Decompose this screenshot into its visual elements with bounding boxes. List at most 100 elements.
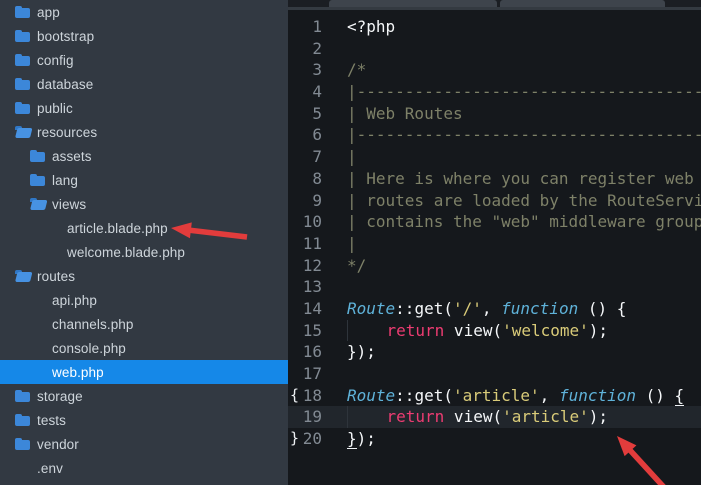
folder-icon: [15, 79, 30, 90]
folder-icon: [15, 7, 30, 18]
folder-icon: [30, 175, 45, 186]
sidebar-item-channels-php[interactable]: channels.php: [0, 312, 288, 336]
code-text: | Here is where you can register web rou: [347, 168, 701, 190]
editor-pane: 1<?php23/*4 |----------------------------…: [288, 0, 701, 485]
code-line-8[interactable]: 8 | Here is where you can register web ro…: [288, 168, 701, 190]
code-line-13[interactable]: 13: [288, 276, 701, 298]
item-label: console.php: [52, 341, 126, 356]
item-label: storage: [37, 389, 83, 404]
sidebar-item-routes[interactable]: routes: [0, 264, 288, 288]
code-line-14[interactable]: 14 Route::get('/', function () {: [288, 298, 701, 320]
sidebar-item-console-php[interactable]: console.php: [0, 336, 288, 360]
line-number: 11: [288, 233, 322, 255]
code-text: | routes are loaded by the RouteServiceP: [347, 190, 701, 212]
folder-open-icon: [30, 199, 45, 210]
code-text: |---------------------------------------…: [347, 124, 701, 146]
sidebar-item--env[interactable]: .env: [0, 456, 288, 480]
sidebar-item-views[interactable]: views: [0, 192, 288, 216]
item-label: config: [37, 53, 74, 68]
sidebar-item-tests[interactable]: tests: [0, 408, 288, 432]
file-tree-sidebar: appbootstrap config database public resource…: [0, 0, 288, 485]
line-number: 14: [288, 298, 322, 320]
line-number: 7: [288, 146, 322, 168]
line-number: 13: [288, 276, 322, 298]
sidebar-item-article-blade-php[interactable]: article.blade.php: [0, 216, 288, 240]
sidebar-item-bootstrap[interactable]: bootstrap: [0, 24, 288, 48]
sidebar-item-public[interactable]: public: [0, 96, 288, 120]
item-label: vendor: [37, 437, 79, 452]
sidebar-item-storage[interactable]: storage: [0, 384, 288, 408]
item-label: channels.php: [52, 317, 134, 332]
sidebar-item-app[interactable]: app: [0, 0, 288, 24]
folder-open-icon: [15, 271, 30, 282]
code-line-9[interactable]: 9 | routes are loaded by the RouteService…: [288, 190, 701, 212]
code-text: /*: [347, 59, 366, 81]
code-line-17[interactable]: 17: [288, 363, 701, 385]
line-number: 17: [288, 363, 322, 385]
sidebar-item-config[interactable]: config: [0, 48, 288, 72]
code-line-15[interactable]: 15 return view('welcome');: [288, 320, 701, 342]
line-number: 2: [288, 38, 322, 60]
folder-icon: [15, 415, 30, 426]
code-line-2[interactable]: 2: [288, 38, 701, 60]
code-line-7[interactable]: 7|: [288, 146, 701, 168]
folder-icon: [15, 55, 30, 66]
sidebar-item-web-php[interactable]: web.php: [0, 360, 288, 384]
item-label: views: [52, 197, 86, 212]
sidebar-item-welcome-blade-php[interactable]: welcome.blade.php: [0, 240, 288, 264]
item-label: web.php: [52, 365, 104, 380]
item-label: api.php: [52, 293, 97, 308]
sidebar-item-vendor[interactable]: vendor: [0, 432, 288, 456]
inactive-tab[interactable]: [329, 0, 497, 7]
code-text: });: [347, 428, 376, 450]
code-text: | Web Routes: [347, 103, 463, 125]
line-number: 20: [288, 428, 322, 450]
line-number: 9: [288, 190, 322, 212]
code-text: | contains the "web" middleware group. N: [347, 211, 701, 233]
code-line-1[interactable]: 1<?php: [288, 16, 701, 38]
code-text: });: [347, 341, 376, 363]
sidebar-item-database[interactable]: database: [0, 72, 288, 96]
code-text: |: [347, 233, 357, 255]
folder-icon: [30, 151, 45, 162]
code-text: Route::get('/', function () {: [347, 298, 626, 320]
code-line-19[interactable]: 19 return view('article');: [288, 406, 701, 428]
code-line-12[interactable]: 12 */: [288, 255, 701, 277]
code-line-3[interactable]: 3/*: [288, 59, 701, 81]
sidebar-item-assets[interactable]: assets: [0, 144, 288, 168]
code-line-11[interactable]: 11 |: [288, 233, 701, 255]
line-number: 16: [288, 341, 322, 363]
item-label: assets: [52, 149, 92, 164]
line-number: 12: [288, 255, 322, 277]
code-text: return view('welcome');: [347, 320, 608, 342]
line-number: 6: [288, 124, 322, 146]
code-line-16[interactable]: 16});: [288, 341, 701, 363]
code-text: */: [347, 255, 366, 277]
item-label: article.blade.php: [67, 221, 168, 236]
inactive-tab[interactable]: [500, 0, 665, 7]
code-view[interactable]: 1<?php23/*4 |----------------------------…: [288, 16, 701, 450]
line-number: 19: [288, 406, 322, 428]
code-line-6[interactable]: 6 |--------------------------------------…: [288, 124, 701, 146]
line-number: 4: [288, 81, 322, 103]
code-line-18[interactable]: {18Route::get('article', function () {: [288, 385, 701, 407]
sidebar-item-api-php[interactable]: api.php: [0, 288, 288, 312]
code-line-5[interactable]: 5 | Web Routes: [288, 103, 701, 125]
item-label: resources: [37, 125, 97, 140]
item-label: public: [37, 101, 73, 116]
tab-bar-divider: [288, 7, 701, 10]
code-line-10[interactable]: 10| contains the "web" middleware group.…: [288, 211, 701, 233]
item-label: tests: [37, 413, 66, 428]
code-line-4[interactable]: 4 |--------------------------------------…: [288, 81, 701, 103]
line-number: 8: [288, 168, 322, 190]
sidebar-item-lang[interactable]: lang: [0, 168, 288, 192]
code-text: Route::get('article', function () {: [347, 385, 684, 407]
code-line-20[interactable]: }20});: [288, 428, 701, 450]
tab-bar: [288, 0, 701, 10]
line-number: 5: [288, 103, 322, 125]
code-text: |---------------------------------------…: [347, 81, 701, 103]
item-label: .env: [37, 461, 63, 476]
folder-open-icon: [15, 127, 30, 138]
item-label: routes: [37, 269, 75, 284]
sidebar-item-resources[interactable]: resources: [0, 120, 288, 144]
